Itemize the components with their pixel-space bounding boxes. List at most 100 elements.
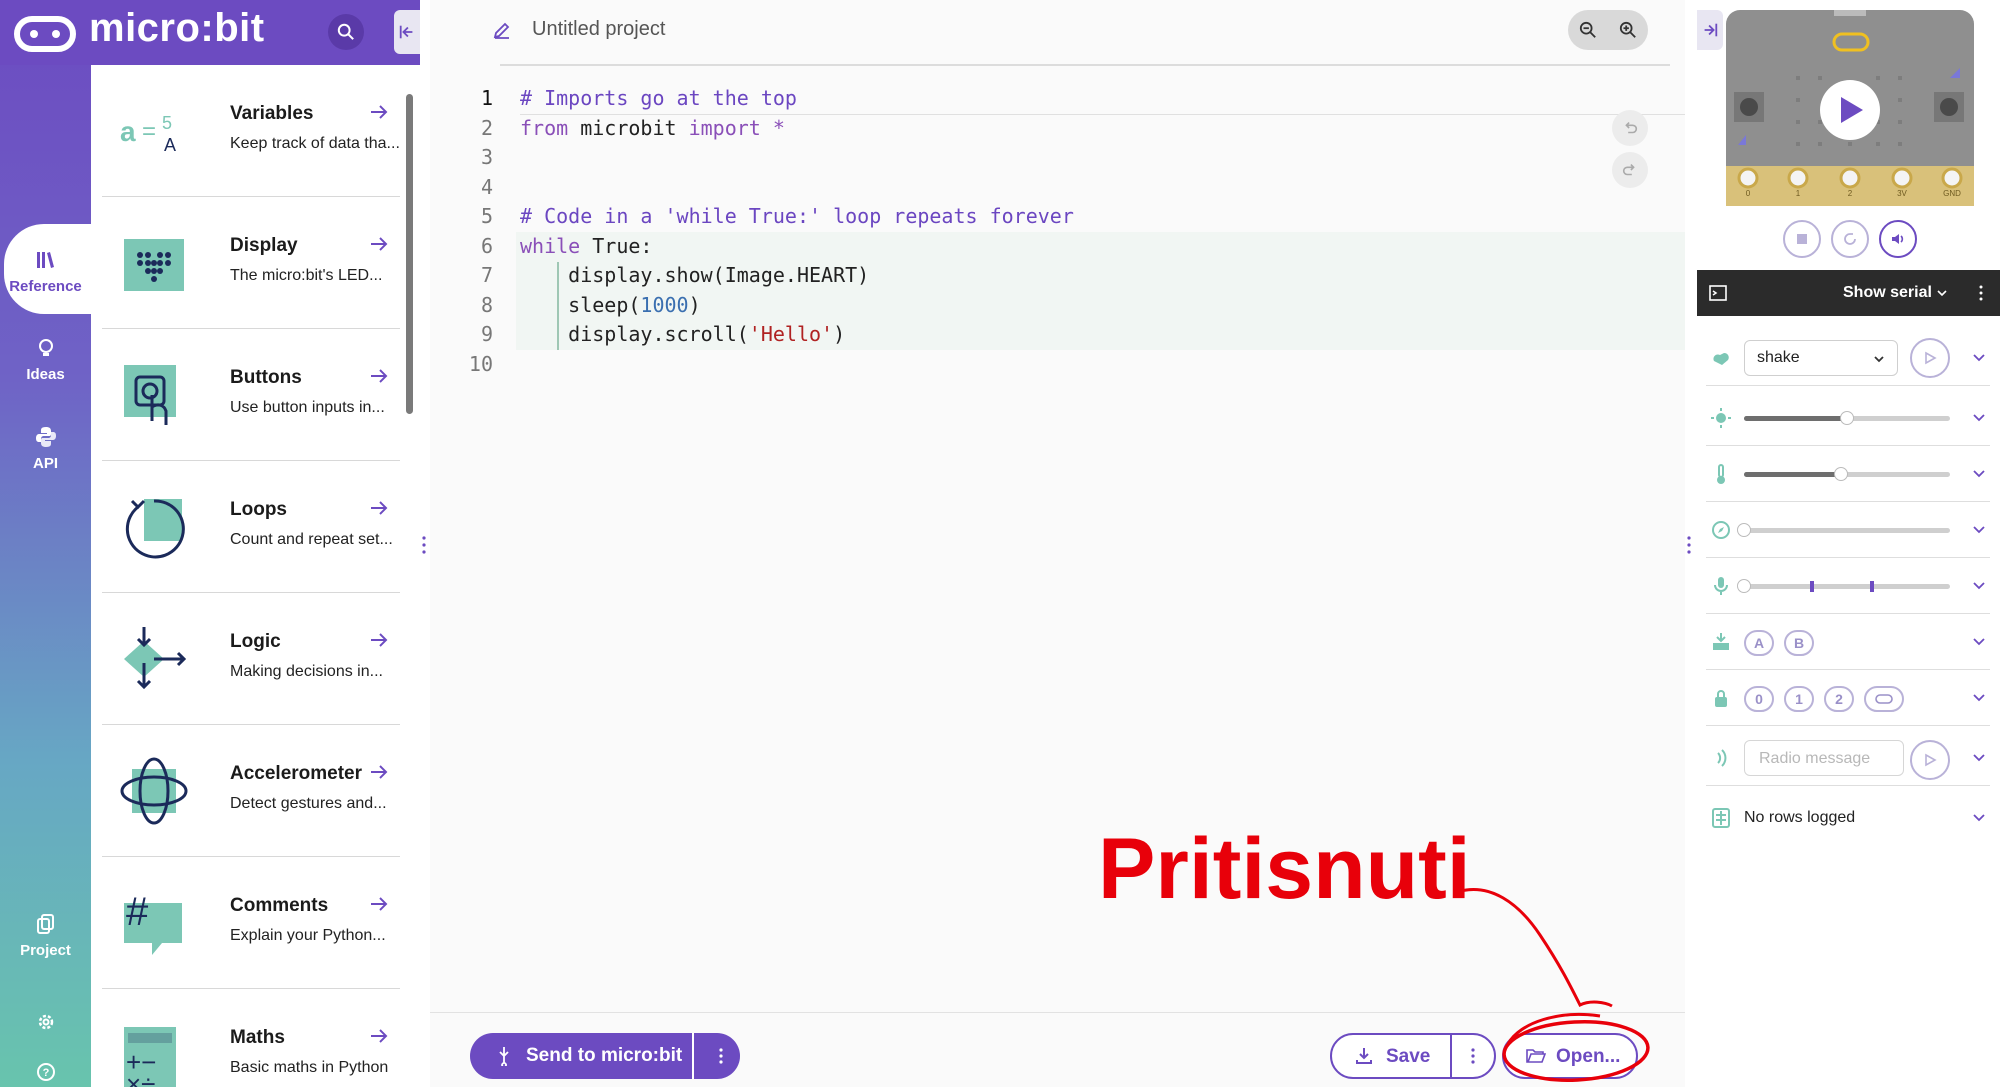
undo-button[interactable] bbox=[1612, 110, 1648, 146]
code-line[interactable]: 9 display.scroll('Hello') bbox=[430, 320, 1685, 350]
sound-threshold-high[interactable] bbox=[1870, 581, 1874, 592]
chevron-down-icon[interactable] bbox=[1972, 578, 1986, 592]
ref-item-loops[interactable]: Loops Count and repeat set... bbox=[102, 461, 400, 593]
compass-slider[interactable] bbox=[1737, 523, 1950, 537]
microbit-board[interactable]: 0 1 2 3V GND bbox=[1726, 10, 1974, 206]
send-to-microbit-button[interactable]: Send to micro:bit bbox=[470, 1033, 740, 1079]
settings-button[interactable] bbox=[0, 1010, 91, 1040]
chevron-down-icon[interactable] bbox=[1972, 522, 1986, 536]
ref-item-desc: Keep track of data tha... bbox=[230, 135, 400, 152]
accelerometer-icon bbox=[120, 757, 188, 825]
button-b[interactable]: B bbox=[1784, 630, 1814, 656]
arrow-right-icon bbox=[371, 501, 388, 515]
ref-item-title: Buttons bbox=[230, 367, 302, 388]
code-line[interactable]: 2 from microbit import * bbox=[430, 114, 1685, 144]
chevron-down-icon[interactable] bbox=[1972, 750, 1986, 764]
pencil-icon[interactable] bbox=[492, 20, 512, 40]
ref-item-comments[interactable]: # Comments Explain your Python... bbox=[102, 857, 400, 989]
button-divider bbox=[692, 1033, 694, 1079]
chevron-down-icon[interactable] bbox=[1972, 634, 1986, 648]
nav-item-ideas[interactable]: Ideas bbox=[0, 336, 91, 383]
zoom-out-button[interactable] bbox=[1568, 10, 1608, 50]
panel-resize-handle[interactable] bbox=[421, 535, 427, 555]
code-editor[interactable]: Untitled project 1 # Imports go at the to… bbox=[430, 0, 1685, 1087]
code-line[interactable]: 3 bbox=[430, 143, 1685, 173]
light-slider[interactable] bbox=[1744, 411, 1950, 425]
code-line[interactable]: 7 display.show(Image.HEART) bbox=[430, 261, 1685, 291]
send-gesture-button[interactable] bbox=[1910, 338, 1950, 378]
help-button[interactable]: ? bbox=[0, 1060, 91, 1087]
keyword-token: import bbox=[688, 115, 761, 140]
chevron-down-icon[interactable] bbox=[1972, 690, 1986, 704]
code-lines[interactable]: 1 # Imports go at the top 2 from microbit … bbox=[430, 84, 1685, 379]
code-line[interactable]: 5 # Code in a 'while True:' loop repeats … bbox=[430, 202, 1685, 232]
slider-knob[interactable] bbox=[1840, 411, 1854, 425]
nav-item-label: API bbox=[32, 455, 58, 472]
play-icon bbox=[1925, 351, 1937, 365]
nav-item-reference[interactable]: Reference bbox=[0, 248, 91, 295]
ref-item-title: Variables bbox=[230, 103, 314, 124]
pin-label: 1 bbox=[1796, 189, 1801, 198]
send-more-button[interactable] bbox=[706, 1033, 736, 1079]
code-line[interactable]: 4 bbox=[430, 173, 1685, 203]
ref-item-maths[interactable]: +− ×÷ Maths Basic maths in Python bbox=[102, 989, 400, 1087]
nav-item-api[interactable]: API bbox=[0, 425, 91, 472]
slider-knob[interactable] bbox=[1737, 579, 1751, 593]
pin-2-button[interactable]: 2 bbox=[1824, 686, 1854, 712]
ref-item-title: Loops bbox=[230, 499, 287, 520]
ref-item-variables[interactable]: a = 5 A Variables Keep track of data tha... bbox=[102, 65, 400, 197]
line-number: 7 bbox=[480, 263, 493, 287]
svg-text:a: a bbox=[120, 116, 136, 147]
ref-item-display[interactable]: Display The micro:bit's LED... bbox=[102, 197, 400, 329]
pin-1-button[interactable]: 1 bbox=[1784, 686, 1814, 712]
collapse-right-icon bbox=[1704, 23, 1718, 37]
zoom-in-button[interactable] bbox=[1608, 10, 1648, 50]
stop-button[interactable] bbox=[1783, 220, 1821, 258]
chevron-down-icon[interactable] bbox=[1972, 350, 1986, 364]
reset-button[interactable] bbox=[1831, 220, 1869, 258]
reference-panel: a = 5 A Variables Keep track of data tha...… bbox=[91, 65, 420, 1087]
ref-item-buttons[interactable]: Buttons Use button inputs in... bbox=[102, 329, 400, 461]
collapse-sidebar-button[interactable] bbox=[394, 10, 420, 54]
save-button[interactable]: Save bbox=[1330, 1033, 1496, 1079]
gesture-select[interactable]: shake bbox=[1744, 340, 1898, 376]
project-name[interactable]: Untitled project bbox=[532, 18, 665, 41]
sound-slider[interactable] bbox=[1737, 579, 1950, 593]
collapse-simulator-button[interactable] bbox=[1697, 10, 1723, 50]
ref-item-desc: Use button inputs in... bbox=[230, 399, 385, 416]
show-serial-button[interactable]: Show serial bbox=[1843, 284, 1932, 302]
code-line[interactable]: 8 sleep(1000) bbox=[430, 291, 1685, 321]
reference-scrollbar[interactable] bbox=[404, 70, 414, 1080]
code-line[interactable]: 10 bbox=[430, 350, 1685, 380]
mute-button[interactable] bbox=[1879, 220, 1917, 258]
arrow-right-icon bbox=[371, 897, 388, 911]
chevron-down-icon[interactable] bbox=[1972, 466, 1986, 480]
temperature-slider[interactable] bbox=[1744, 467, 1950, 481]
chevron-down-icon[interactable] bbox=[1972, 410, 1986, 424]
redo-button[interactable] bbox=[1612, 152, 1648, 188]
ref-item-logic[interactable]: Logic Making decisions in... bbox=[102, 593, 400, 725]
send-radio-button[interactable] bbox=[1910, 740, 1950, 780]
code-line[interactable]: 1 # Imports go at the top bbox=[430, 84, 1685, 114]
scrollbar-thumb[interactable] bbox=[406, 94, 413, 414]
ref-item-accelerometer[interactable]: Accelerometer Detect gestures and... bbox=[102, 725, 400, 857]
more-vertical-icon[interactable] bbox=[1979, 285, 1983, 301]
pin-logo-button[interactable] bbox=[1864, 686, 1904, 712]
brand-name: micro:bit bbox=[89, 6, 265, 50]
svg-text:=: = bbox=[142, 118, 156, 145]
search-button[interactable] bbox=[328, 14, 364, 50]
string-token: 'Hello' bbox=[748, 322, 834, 346]
gear-icon bbox=[38, 1014, 53, 1030]
chevron-down-icon[interactable] bbox=[1972, 810, 1986, 824]
save-more-button[interactable] bbox=[1460, 1043, 1486, 1069]
open-button[interactable]: Open... bbox=[1502, 1033, 1638, 1079]
button-a[interactable]: A bbox=[1744, 630, 1774, 656]
nav-item-project[interactable]: Project bbox=[0, 912, 91, 959]
radio-message-input[interactable]: Radio message bbox=[1744, 740, 1904, 776]
slider-knob[interactable] bbox=[1737, 523, 1751, 537]
pin-0-button[interactable]: 0 bbox=[1744, 686, 1774, 712]
sound-threshold-low[interactable] bbox=[1810, 581, 1814, 592]
panel-resize-handle[interactable] bbox=[1686, 535, 1692, 555]
slider-knob[interactable] bbox=[1833, 467, 1848, 481]
code-line[interactable]: 6 while True: bbox=[430, 232, 1685, 262]
